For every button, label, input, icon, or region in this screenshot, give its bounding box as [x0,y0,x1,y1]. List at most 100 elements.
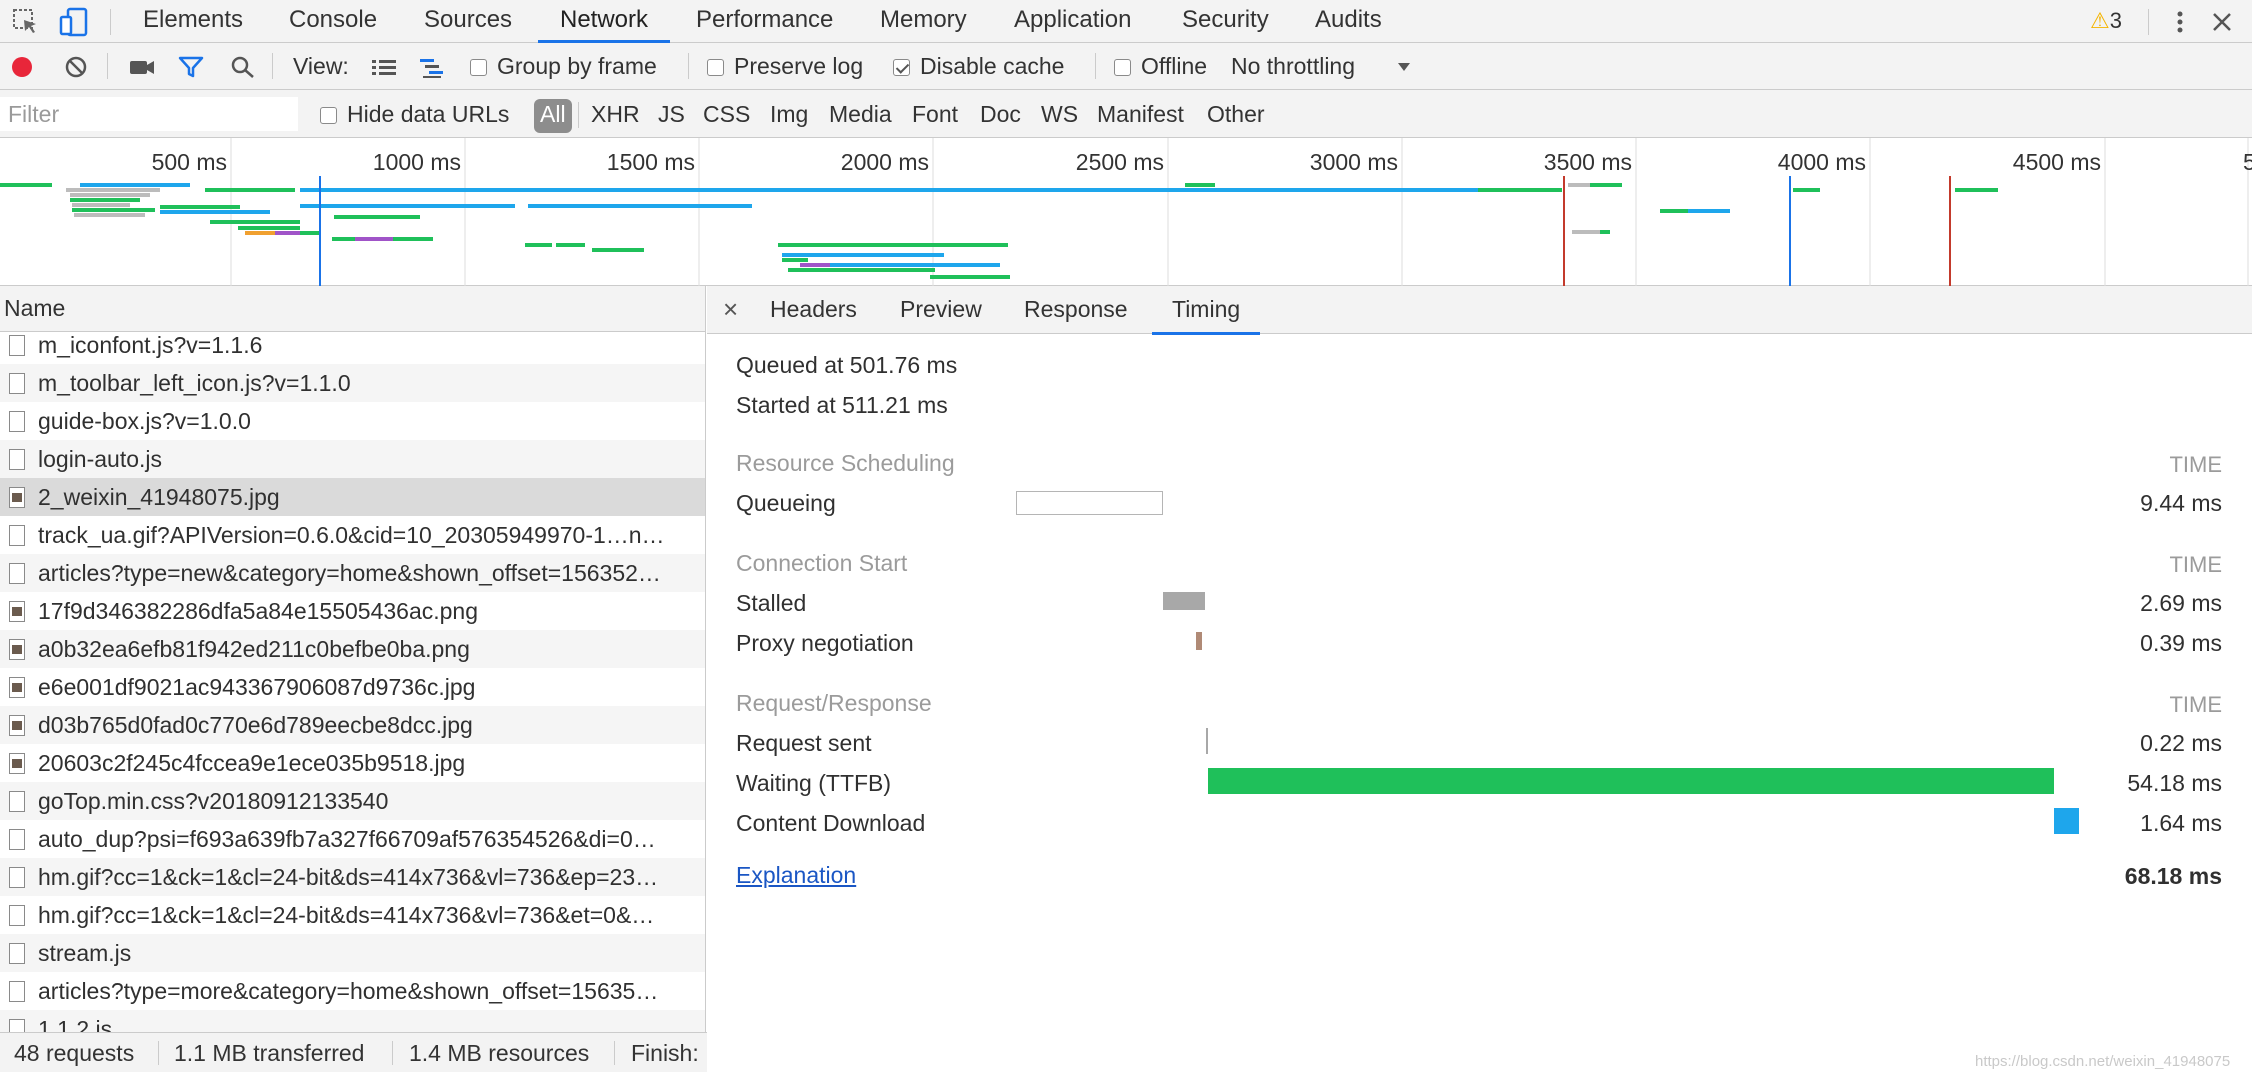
section-request-response: Request/Response [736,690,932,716]
request-row[interactable]: e6e001df9021ac943367906087d9736c.jpg [0,668,705,706]
request-row[interactable]: auto_dup?psi=f693a639fb7a327f66709af5763… [0,820,705,858]
disable-cache-checkbox[interactable] [893,59,910,76]
tab-security[interactable]: Security [1182,0,1269,43]
timing-label-content-download: Content Download [736,810,926,836]
offline-checkbox[interactable] [1114,59,1131,76]
filter-type-xhr[interactable]: XHR [591,90,640,138]
detail-tab-headers[interactable]: Headers [770,286,857,332]
request-row[interactable]: stream.js [0,934,705,972]
finish-time: Finish: [631,1040,699,1066]
file-icon [9,449,25,470]
request-row[interactable]: 20603c2f245c4fccea9e1ece035b9518.jpg [0,744,705,782]
separator [2148,9,2149,35]
clear-icon[interactable] [64,55,88,79]
preserve-log-checkbox[interactable] [707,59,724,76]
request-name: track_ua.gif?APIVersion=0.6.0&cid=10_203… [38,522,665,548]
tab-memory[interactable]: Memory [880,0,967,43]
hide-data-urls-checkbox[interactable] [320,107,337,124]
filter-type-img[interactable]: Img [770,90,808,138]
tick-label: 3500 ms [1544,149,1632,175]
separator [392,1041,393,1065]
network-status-bar: 48 requests 1.1 MB transferred 1.4 MB re… [0,1032,708,1072]
request-row[interactable]: hm.gif?cc=1&ck=1&cl=24-bit&ds=414x736&vl… [0,858,705,896]
network-toolbar: View: Group by frame Preserve log Disabl… [0,43,2252,90]
record-icon[interactable] [10,55,34,79]
request-row-selected[interactable]: 2_weixin_41948075.jpg [0,478,705,516]
group-by-frame-label: Group by frame [497,53,657,79]
tab-elements[interactable]: Elements [143,0,243,43]
separator [158,1041,159,1065]
group-by-frame-checkbox[interactable] [470,59,487,76]
name-column-header-overlay[interactable]: Name [0,286,705,332]
inspect-element-icon[interactable] [10,6,42,38]
request-row[interactable]: articles?type=new&category=home&shown_of… [0,554,705,592]
request-row[interactable]: m_toolbar_left_icon.js?v=1.1.0 [0,364,705,402]
detail-tab-preview[interactable]: Preview [900,286,982,332]
search-icon[interactable] [230,55,256,79]
timing-value-request-sent: 0.22 ms [2140,730,2222,756]
filter-type-manifest[interactable]: Manifest [1097,90,1184,138]
image-thumbnail-icon [9,639,25,660]
close-devtools-icon[interactable] [2206,6,2238,38]
filter-type-font[interactable]: Font [912,90,958,138]
section-resource-scheduling: Resource Scheduling [736,450,955,476]
request-row[interactable]: a0b32ea6efb81f942ed211c0befbe0ba.png [0,630,705,668]
disable-cache-label: Disable cache [920,53,1065,79]
throttling-select[interactable]: No throttling [1231,43,1355,90]
detail-tab-response[interactable]: Response [1024,286,1128,332]
tick-label: 2500 ms [1076,149,1164,175]
filter-input[interactable] [0,97,298,131]
filter-type-css[interactable]: CSS [703,90,750,138]
request-row[interactable]: track_ua.gif?APIVersion=0.6.0&cid=10_203… [0,516,705,554]
more-options-icon[interactable] [2164,6,2196,38]
timing-label-request-sent: Request sent [736,730,872,756]
request-row[interactable]: hm.gif?cc=1&ck=1&cl=24-bit&ds=414x736&vl… [0,896,705,934]
request-row[interactable]: guide-box.js?v=1.0.0 [0,402,705,440]
screenshot-capture-icon[interactable] [128,55,156,79]
filter-type-doc[interactable]: Doc [980,90,1021,138]
request-name: guide-box.js?v=1.0.0 [38,408,251,434]
network-overview-timeline[interactable]: 500 ms 1000 ms 1500 ms 2000 ms 2500 ms 3… [0,138,2252,286]
tab-application[interactable]: Application [1014,0,1131,43]
devtools-tab-bar: Elements Console Sources Network Perform… [0,0,2252,43]
explanation-link[interactable]: Explanation [736,862,856,889]
image-thumbnail-icon [9,715,25,736]
filter-type-other[interactable]: Other [1207,90,1265,138]
filter-type-all[interactable]: All [534,99,572,133]
transferred-size: 1.1 MB transferred [174,1040,365,1066]
filter-type-media[interactable]: Media [829,90,892,138]
tab-sources[interactable]: Sources [424,0,512,43]
timing-label-queueing: Queueing [736,490,836,516]
timing-bar-proxy-negotiation [1196,632,1202,650]
large-request-rows-icon[interactable] [370,55,398,79]
hide-data-urls-toggle[interactable]: Hide data URLs [320,90,509,138]
warnings-counter[interactable]: ⚠3 [2090,5,2122,37]
detail-tab-bar: × Headers Preview Response Timing [707,286,2252,335]
filter-type-js[interactable]: JS [658,90,685,138]
preserve-log-toggle[interactable]: Preserve log [707,43,863,90]
device-toolbar-icon[interactable] [58,6,90,38]
file-icon [9,335,25,356]
tab-performance[interactable]: Performance [696,0,833,43]
offline-toggle[interactable]: Offline [1114,43,1207,90]
dropdown-arrow-icon[interactable] [1396,61,1412,73]
tab-network[interactable]: Network [538,0,671,43]
filter-icon[interactable] [178,55,204,79]
tab-audits[interactable]: Audits [1315,0,1382,43]
request-row[interactable]: articles?type=more&category=home&shown_o… [0,972,705,1010]
request-row[interactable]: 17f9d346382286dfa5a84e15505436ac.png [0,592,705,630]
timing-label-waiting-ttfb: Waiting (TTFB) [736,770,892,796]
timing-value-content-download: 1.64 ms [2140,810,2222,836]
waterfall-overview-icon[interactable] [418,55,446,79]
filter-type-ws[interactable]: WS [1041,90,1078,138]
request-name: articles?type=new&category=home&shown_of… [38,560,661,586]
request-row[interactable]: goTop.min.css?v20180912133540 [0,782,705,820]
detail-tab-timing[interactable]: Timing [1152,286,1261,335]
disable-cache-toggle[interactable]: Disable cache [893,43,1064,90]
separator [614,1041,615,1065]
group-by-frame-toggle[interactable]: Group by frame [470,43,657,90]
close-detail-icon[interactable]: × [723,286,738,332]
request-row[interactable]: login-auto.js [0,440,705,478]
tab-console[interactable]: Console [289,0,377,43]
request-row[interactable]: d03b765d0fad0c770e6d789eecbe8dcc.jpg [0,706,705,744]
